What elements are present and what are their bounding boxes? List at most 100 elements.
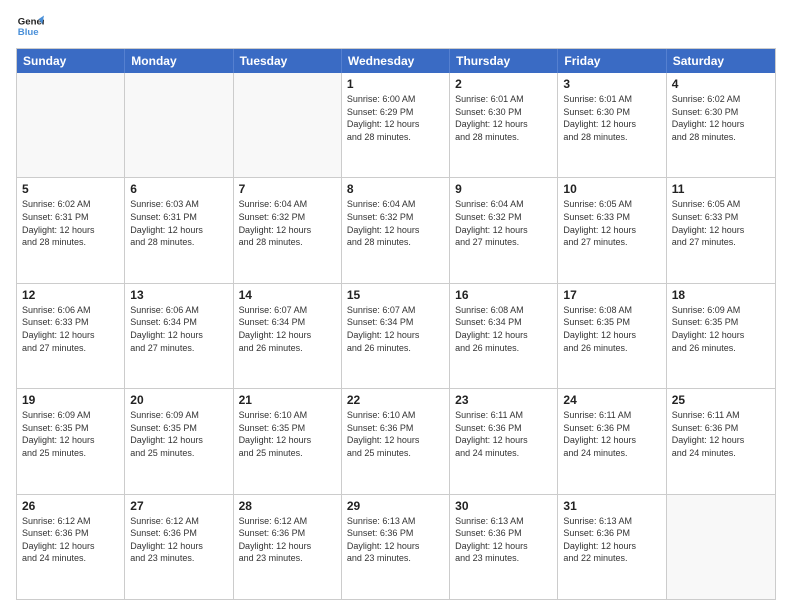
day-number: 27 bbox=[130, 499, 227, 513]
day-info: Sunrise: 6:11 AM Sunset: 6:36 PM Dayligh… bbox=[563, 409, 660, 459]
day-info: Sunrise: 6:04 AM Sunset: 6:32 PM Dayligh… bbox=[347, 198, 444, 248]
day-cell-9: 9Sunrise: 6:04 AM Sunset: 6:32 PM Daylig… bbox=[450, 178, 558, 282]
day-cell-23: 23 Sunrise: 6:11 AM Sunset: 6:36 PM Dayli… bbox=[450, 389, 558, 493]
empty-cell bbox=[667, 495, 775, 599]
day-cell-3: 3 Sunrise: 6:01 AM Sunset: 6:30 PM Daylig… bbox=[558, 73, 666, 177]
calendar-row-4: 19 Sunrise: 6:09 AM Sunset: 6:35 PM Dayli… bbox=[17, 389, 775, 494]
day-number: 28 bbox=[239, 499, 336, 513]
empty-cell bbox=[234, 73, 342, 177]
header-cell-monday: Monday bbox=[125, 49, 233, 73]
day-number: 2 bbox=[455, 77, 552, 91]
day-number: 18 bbox=[672, 288, 770, 302]
day-cell-22: 22 Sunrise: 6:10 AM Sunset: 6:36 PM Dayli… bbox=[342, 389, 450, 493]
day-number: 6 bbox=[130, 182, 227, 196]
day-number: 24 bbox=[563, 393, 660, 407]
day-number: 15 bbox=[347, 288, 444, 302]
day-info: Sunrise: 6:08 AM Sunset: 6:34 PM Dayligh… bbox=[455, 304, 552, 354]
day-number: 5 bbox=[22, 182, 119, 196]
day-number: 11 bbox=[672, 182, 770, 196]
day-cell-2: 2 Sunrise: 6:01 AM Sunset: 6:30 PM Daylig… bbox=[450, 73, 558, 177]
day-number: 20 bbox=[130, 393, 227, 407]
day-cell-10: 10Sunrise: 6:05 AM Sunset: 6:33 PM Dayli… bbox=[558, 178, 666, 282]
day-info: Sunrise: 6:13 AM Sunset: 6:36 PM Dayligh… bbox=[563, 515, 660, 565]
svg-text:General: General bbox=[18, 16, 44, 27]
day-number: 25 bbox=[672, 393, 770, 407]
day-number: 30 bbox=[455, 499, 552, 513]
day-number: 4 bbox=[672, 77, 770, 91]
day-info: Sunrise: 6:07 AM Sunset: 6:34 PM Dayligh… bbox=[239, 304, 336, 354]
day-cell-24: 24 Sunrise: 6:11 AM Sunset: 6:36 PM Dayli… bbox=[558, 389, 666, 493]
calendar-row-2: 5 Sunrise: 6:02 AM Sunset: 6:31 PM Daylig… bbox=[17, 178, 775, 283]
header-cell-thursday: Thursday bbox=[450, 49, 558, 73]
day-number: 23 bbox=[455, 393, 552, 407]
day-number: 13 bbox=[130, 288, 227, 302]
day-info: Sunrise: 6:10 AM Sunset: 6:36 PM Dayligh… bbox=[347, 409, 444, 459]
day-cell-14: 14 Sunrise: 6:07 AM Sunset: 6:34 PM Dayli… bbox=[234, 284, 342, 388]
day-cell-20: 20 Sunrise: 6:09 AM Sunset: 6:35 PM Dayli… bbox=[125, 389, 233, 493]
day-number: 21 bbox=[239, 393, 336, 407]
day-info: Sunrise: 6:02 AM Sunset: 6:30 PM Dayligh… bbox=[672, 93, 770, 143]
logo-icon: General Blue bbox=[16, 12, 44, 40]
day-number: 12 bbox=[22, 288, 119, 302]
header-cell-friday: Friday bbox=[558, 49, 666, 73]
day-number: 14 bbox=[239, 288, 336, 302]
day-info: Sunrise: 6:11 AM Sunset: 6:36 PM Dayligh… bbox=[455, 409, 552, 459]
day-number: 8 bbox=[347, 182, 444, 196]
day-info: Sunrise: 6:02 AM Sunset: 6:31 PM Dayligh… bbox=[22, 198, 119, 248]
day-cell-30: 30 Sunrise: 6:13 AM Sunset: 6:36 PM Dayli… bbox=[450, 495, 558, 599]
calendar-row-3: 12Sunrise: 6:06 AM Sunset: 6:33 PM Dayli… bbox=[17, 284, 775, 389]
day-number: 3 bbox=[563, 77, 660, 91]
day-info: Sunrise: 6:04 AM Sunset: 6:32 PM Dayligh… bbox=[239, 198, 336, 248]
day-number: 29 bbox=[347, 499, 444, 513]
day-number: 19 bbox=[22, 393, 119, 407]
day-info: Sunrise: 6:08 AM Sunset: 6:35 PM Dayligh… bbox=[563, 304, 660, 354]
day-info: Sunrise: 6:13 AM Sunset: 6:36 PM Dayligh… bbox=[455, 515, 552, 565]
day-info: Sunrise: 6:09 AM Sunset: 6:35 PM Dayligh… bbox=[22, 409, 119, 459]
day-cell-17: 17 Sunrise: 6:08 AM Sunset: 6:35 PM Dayli… bbox=[558, 284, 666, 388]
day-cell-15: 15 Sunrise: 6:07 AM Sunset: 6:34 PM Dayli… bbox=[342, 284, 450, 388]
day-cell-8: 8 Sunrise: 6:04 AM Sunset: 6:32 PM Daylig… bbox=[342, 178, 450, 282]
day-number: 16 bbox=[455, 288, 552, 302]
day-cell-13: 13 Sunrise: 6:06 AM Sunset: 6:34 PM Dayli… bbox=[125, 284, 233, 388]
day-number: 17 bbox=[563, 288, 660, 302]
calendar: SundayMondayTuesdayWednesdayThursdayFrid… bbox=[16, 48, 776, 600]
day-cell-29: 29 Sunrise: 6:13 AM Sunset: 6:36 PM Dayli… bbox=[342, 495, 450, 599]
day-cell-28: 28 Sunrise: 6:12 AM Sunset: 6:36 PM Dayli… bbox=[234, 495, 342, 599]
day-cell-5: 5 Sunrise: 6:02 AM Sunset: 6:31 PM Daylig… bbox=[17, 178, 125, 282]
day-info: Sunrise: 6:11 AM Sunset: 6:36 PM Dayligh… bbox=[672, 409, 770, 459]
day-number: 22 bbox=[347, 393, 444, 407]
day-info: Sunrise: 6:06 AM Sunset: 6:34 PM Dayligh… bbox=[130, 304, 227, 354]
page: General Blue SundayMondayTuesdayWednesda… bbox=[0, 0, 792, 612]
day-number: 1 bbox=[347, 77, 444, 91]
header-cell-wednesday: Wednesday bbox=[342, 49, 450, 73]
day-cell-1: 1 Sunrise: 6:00 AM Sunset: 6:29 PM Daylig… bbox=[342, 73, 450, 177]
day-number: 7 bbox=[239, 182, 336, 196]
day-number: 31 bbox=[563, 499, 660, 513]
day-info: Sunrise: 6:13 AM Sunset: 6:36 PM Dayligh… bbox=[347, 515, 444, 565]
day-info: Sunrise: 6:09 AM Sunset: 6:35 PM Dayligh… bbox=[130, 409, 227, 459]
empty-cell bbox=[17, 73, 125, 177]
day-cell-18: 18Sunrise: 6:09 AM Sunset: 6:35 PM Dayli… bbox=[667, 284, 775, 388]
day-info: Sunrise: 6:00 AM Sunset: 6:29 PM Dayligh… bbox=[347, 93, 444, 143]
day-info: Sunrise: 6:05 AM Sunset: 6:33 PM Dayligh… bbox=[672, 198, 770, 248]
header-cell-tuesday: Tuesday bbox=[234, 49, 342, 73]
day-cell-6: 6 Sunrise: 6:03 AM Sunset: 6:31 PM Daylig… bbox=[125, 178, 233, 282]
header-cell-saturday: Saturday bbox=[667, 49, 775, 73]
logo: General Blue bbox=[16, 12, 44, 40]
day-info: Sunrise: 6:04 AM Sunset: 6:32 PM Dayligh… bbox=[455, 198, 552, 248]
day-info: Sunrise: 6:01 AM Sunset: 6:30 PM Dayligh… bbox=[563, 93, 660, 143]
day-info: Sunrise: 6:03 AM Sunset: 6:31 PM Dayligh… bbox=[130, 198, 227, 248]
day-cell-12: 12Sunrise: 6:06 AM Sunset: 6:33 PM Dayli… bbox=[17, 284, 125, 388]
day-info: Sunrise: 6:01 AM Sunset: 6:30 PM Dayligh… bbox=[455, 93, 552, 143]
day-cell-31: 31 Sunrise: 6:13 AM Sunset: 6:36 PM Dayli… bbox=[558, 495, 666, 599]
calendar-row-5: 26 Sunrise: 6:12 AM Sunset: 6:36 PM Dayli… bbox=[17, 495, 775, 599]
day-number: 10 bbox=[563, 182, 660, 196]
svg-text:Blue: Blue bbox=[18, 27, 39, 38]
header-cell-sunday: Sunday bbox=[17, 49, 125, 73]
day-number: 26 bbox=[22, 499, 119, 513]
day-cell-16: 16 Sunrise: 6:08 AM Sunset: 6:34 PM Dayli… bbox=[450, 284, 558, 388]
day-info: Sunrise: 6:12 AM Sunset: 6:36 PM Dayligh… bbox=[22, 515, 119, 565]
day-cell-25: 25 Sunrise: 6:11 AM Sunset: 6:36 PM Dayli… bbox=[667, 389, 775, 493]
day-info: Sunrise: 6:07 AM Sunset: 6:34 PM Dayligh… bbox=[347, 304, 444, 354]
day-info: Sunrise: 6:12 AM Sunset: 6:36 PM Dayligh… bbox=[239, 515, 336, 565]
